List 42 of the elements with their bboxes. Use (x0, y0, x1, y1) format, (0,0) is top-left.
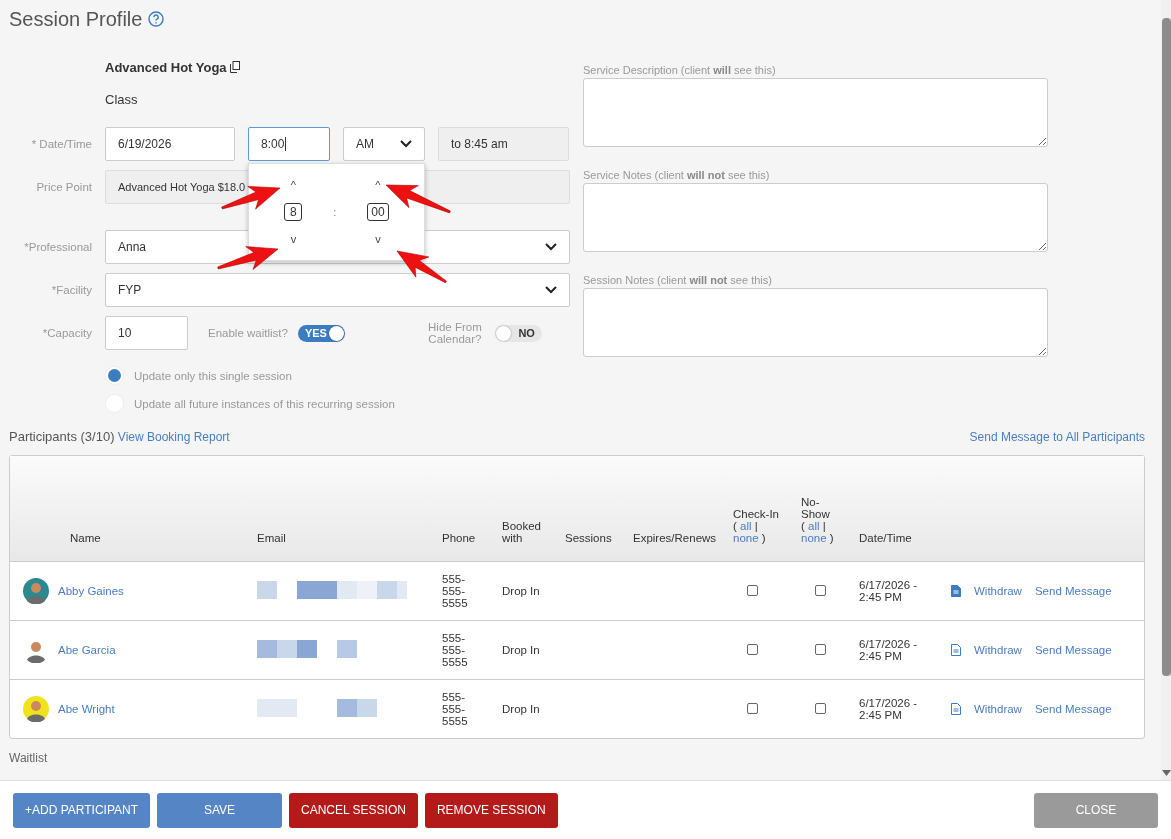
column-header: ( (801, 520, 805, 532)
table-cell-text: 555-555-5555 (442, 632, 469, 668)
column-header: Sessions (565, 532, 612, 544)
table-cell-text: 555-555-5555 (442, 691, 469, 727)
toggle-label: Hide From Calendar? (427, 321, 483, 345)
radio-label: Update all future instances of this recurring session (134, 397, 395, 410)
column-header: Expires/Renews (633, 532, 717, 544)
field-label: * Date/Time (30, 138, 92, 150)
notes-label: Service Notes (client will not see this) (583, 169, 771, 181)
table-cell: Drop In (502, 585, 540, 597)
table-cell-text: 555-555-5555 (442, 573, 469, 609)
field-label: *Professional (23, 241, 92, 253)
column-header: Name (70, 532, 101, 544)
table-cell: Drop In (502, 703, 540, 715)
column-header: | (754, 520, 758, 532)
time-separator: : (333, 206, 337, 218)
column-header: Check-In (733, 508, 780, 520)
column-header: Booked with (502, 520, 542, 544)
notes-label: Service Description (client will see this) (583, 64, 777, 76)
field-label: *Facility (50, 284, 92, 296)
radio-label: Update only this single session (134, 369, 292, 382)
notes-label: Session Notes (client will not see this) (583, 274, 773, 286)
column-header: Date/Time (859, 532, 912, 544)
table-cell-text: 6/17/2026 - 2:45 PM (859, 638, 919, 662)
table-cell-text: 6/17/2026 - 2:45 PM (859, 579, 919, 603)
toggle-label: Enable waitlist? (208, 327, 288, 339)
column-header: ) (761, 532, 766, 544)
column-header: Email (257, 532, 286, 544)
waitlist-heading: Waitlist (9, 751, 49, 765)
column-header: Phone (442, 532, 476, 544)
field-label: *Capacity (41, 327, 92, 339)
service-type: Class (105, 92, 139, 107)
column-header: No-Show (801, 496, 831, 520)
table-cell: Drop In (502, 644, 540, 656)
participants-heading: Participants (3/10) (9, 429, 115, 444)
service-name: Advanced Hot Yoga (105, 59, 227, 75)
column-header: ( (733, 520, 737, 532)
column-header: ) (829, 532, 834, 544)
column-header: | (822, 520, 826, 532)
field-label: Price Point (35, 181, 92, 193)
table-cell-text: 6/17/2026 - 2:45 PM (859, 697, 919, 721)
page-title: Session Profile (9, 7, 143, 31)
